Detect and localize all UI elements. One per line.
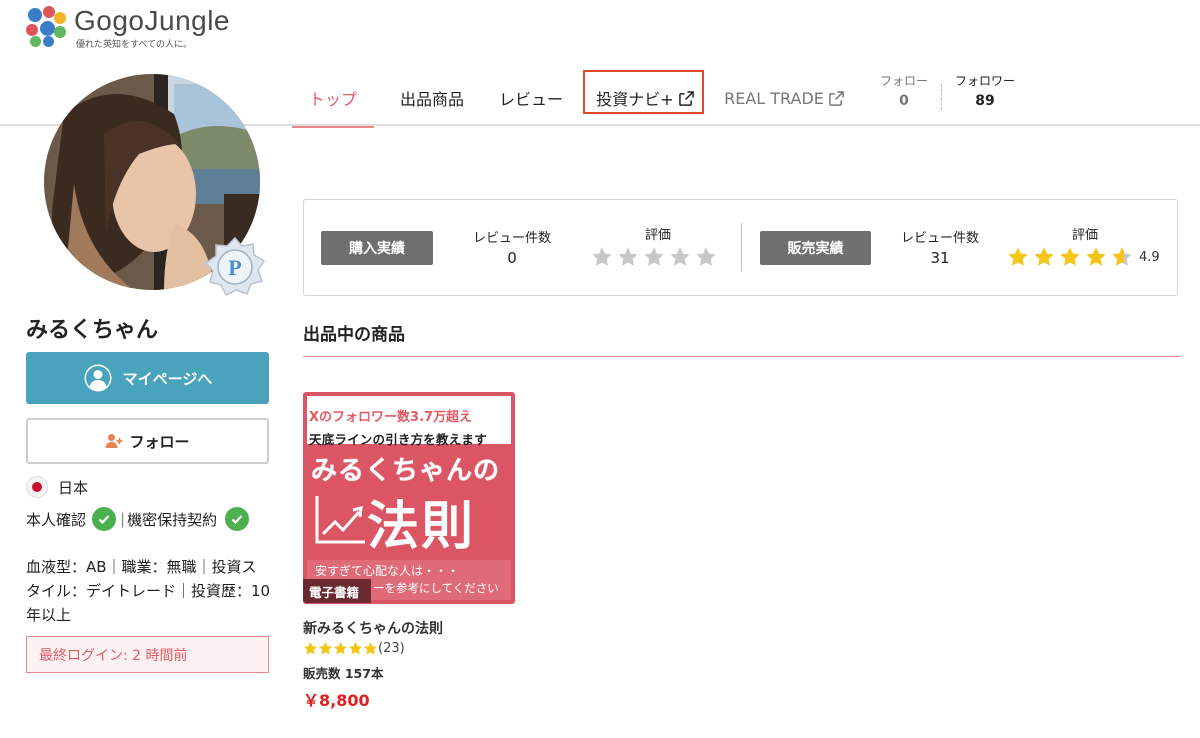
purchase-review-count: 0 bbox=[507, 249, 517, 267]
product-review-count: (23) bbox=[378, 641, 405, 656]
sales-review-count: 31 bbox=[930, 249, 950, 267]
brand-tagline: 優れた英知をすべての人に。 bbox=[76, 40, 193, 50]
profile-nav: トップ 出品商品 レビュー 投資ナビ+ REAL TRADE bbox=[292, 70, 854, 128]
star-full-icon bbox=[333, 641, 348, 655]
cover-line1: Xのフォロワー数3.7万超え bbox=[309, 410, 473, 425]
japan-flag-icon bbox=[26, 476, 48, 498]
purchase-rating-stars bbox=[591, 246, 721, 268]
profile-bio: 血液型：AB｜職業：無職｜投資スタイル：デイトレード｜投資歴：10年以上 bbox=[26, 558, 271, 624]
star-empty-icon bbox=[670, 247, 690, 266]
star-full-icon bbox=[303, 641, 318, 655]
tab-products-label: 出品商品 bbox=[399, 90, 464, 109]
tab-real-trade-label: REAL TRADE bbox=[724, 88, 824, 108]
premium-badge-icon: P bbox=[204, 236, 266, 298]
star-full-icon bbox=[318, 641, 333, 655]
profile-name: みるくちゃん bbox=[26, 318, 159, 343]
star-full-icon bbox=[348, 641, 363, 655]
cover-sub2: ーを参考にしてください bbox=[373, 581, 499, 595]
tab-top-label: トップ bbox=[308, 90, 357, 109]
stat-divider bbox=[941, 84, 942, 110]
tab-reviews[interactable]: レビュー bbox=[486, 70, 576, 126]
section-divider bbox=[303, 356, 1180, 357]
follow-button[interactable]: フォロー bbox=[26, 418, 269, 464]
star-full-icon bbox=[1086, 247, 1106, 266]
product-cover-image[interactable]: Xのフォロワー数3.7万超え 天底ラインの引き方を教えます みるくちゃんの 法則… bbox=[303, 392, 515, 604]
star-empty-icon bbox=[618, 247, 638, 266]
verified-label: 本人確認 bbox=[26, 510, 87, 529]
verify-separator: | bbox=[120, 510, 126, 528]
cover-title-big: 法則 bbox=[367, 497, 476, 557]
country-label: 日本 bbox=[58, 478, 89, 497]
highlight-box bbox=[583, 70, 704, 114]
product-price: ￥8,800 bbox=[303, 691, 370, 710]
sales-rating-value: 4.9 bbox=[1139, 249, 1160, 265]
product-rating: (23) bbox=[303, 641, 515, 656]
check-circle-icon bbox=[225, 507, 250, 531]
brand-logo[interactable]: GogoJungle 優れた英知をすべての人に。 bbox=[26, 6, 230, 50]
product-sales: 販売数 157本 bbox=[303, 666, 384, 681]
logo-mark-icon bbox=[26, 6, 68, 48]
sales-rating-label: 評価 bbox=[1071, 228, 1098, 243]
add-user-icon bbox=[105, 433, 123, 449]
star-empty-icon bbox=[696, 247, 716, 266]
external-link-icon bbox=[829, 90, 844, 106]
following-count: 0 bbox=[899, 93, 909, 109]
last-login-notice: 最終ログイン: 2 時間前 bbox=[26, 636, 269, 673]
section-title: 出品中の商品 bbox=[303, 325, 405, 345]
following-stat[interactable]: フォロー 0 bbox=[876, 72, 932, 109]
star-half-icon bbox=[1112, 247, 1132, 266]
category-tag: 電子書籍 bbox=[303, 579, 372, 603]
mypage-button-label: マイページへ bbox=[122, 369, 213, 388]
brand-name: GogoJungle bbox=[74, 5, 231, 36]
country: 日本 bbox=[26, 476, 88, 498]
followers-count: 89 bbox=[975, 93, 995, 109]
star-empty-icon bbox=[592, 247, 612, 266]
tab-real-trade[interactable]: REAL TRADE bbox=[714, 70, 854, 126]
tab-top[interactable]: トップ bbox=[292, 70, 374, 128]
following-label: フォロー bbox=[879, 74, 928, 88]
sales-record-tag: 販売実績 bbox=[760, 231, 871, 265]
purchase-rating-label: 評価 bbox=[644, 228, 671, 243]
last-login-text: 最終ログイン: 2 時間前 bbox=[39, 647, 188, 664]
follow-button-label: フォロー bbox=[129, 432, 190, 451]
followers-stat[interactable]: フォロワー 89 bbox=[950, 72, 1020, 109]
star-full-icon bbox=[1008, 247, 1028, 266]
cover-sub1: 安すぎて心配な人は・・・ bbox=[315, 564, 460, 578]
product-name[interactable]: 新みるくちゃんの法則 bbox=[303, 618, 515, 638]
performance-stats: 購入実績 レビュー件数 0 評価 販売実績 レビュー件数 31 評価 4.9 bbox=[303, 199, 1178, 296]
star-full-icon bbox=[1060, 247, 1080, 266]
star-empty-icon bbox=[644, 247, 664, 266]
purchase-record-tag: 購入実績 bbox=[321, 231, 433, 265]
verification-status: 本人確認 | 機密保持契約 bbox=[26, 507, 250, 531]
check-circle-icon bbox=[92, 507, 117, 531]
cover-title: みるくちゃんの bbox=[311, 456, 501, 486]
sales-review-count-label: レビュー件数 bbox=[900, 231, 979, 246]
tab-products[interactable]: 出品商品 bbox=[382, 70, 482, 126]
sales-rating-stars: 4.9 bbox=[1007, 246, 1160, 268]
nda-label: 機密保持契約 bbox=[127, 510, 218, 529]
stats-divider bbox=[741, 223, 742, 271]
product-card[interactable]: Xのフォロワー数3.7万超え 天底ラインの引き方を教えます みるくちゃんの 法則… bbox=[303, 392, 515, 711]
tab-reviews-label: レビュー bbox=[498, 90, 563, 109]
star-full-icon bbox=[1034, 247, 1054, 266]
badge-letter: P bbox=[228, 255, 241, 280]
mypage-button[interactable]: マイページへ bbox=[26, 352, 269, 404]
chart-up-icon bbox=[315, 496, 365, 544]
purchase-review-count-label: レビュー件数 bbox=[472, 231, 551, 246]
star-full-icon bbox=[363, 641, 378, 655]
user-circle-icon bbox=[83, 363, 113, 393]
followers-label: フォロワー bbox=[954, 74, 1015, 88]
cover-line2: 天底ラインの引き方を教えます bbox=[309, 432, 487, 447]
